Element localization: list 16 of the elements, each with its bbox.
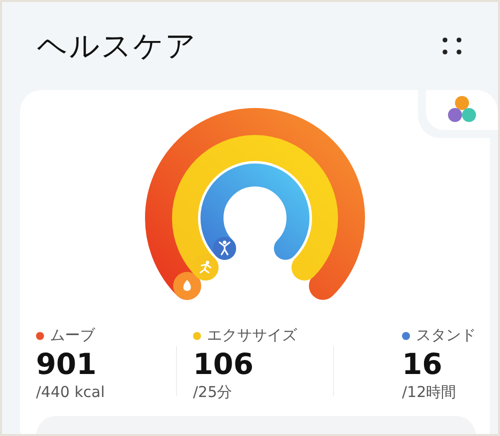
fitness-rings-button[interactable] (426, 90, 498, 130)
metric-goal: /12時間 (402, 383, 456, 402)
flame-icon (183, 280, 191, 291)
metric-value: 106 (193, 346, 254, 380)
metric-goal: /25分 (193, 383, 232, 402)
page-title: ヘルスケア (37, 28, 197, 66)
runner-icon (200, 260, 212, 274)
person-icon (218, 240, 230, 256)
metric-goal: /440 kcal (36, 383, 105, 402)
metric-label: ムーブ (50, 326, 95, 344)
rings-icon (445, 95, 479, 125)
metric-value: 901 (36, 346, 97, 380)
metric-label: エクササイズ (207, 326, 297, 344)
metric-value: 16 (402, 346, 442, 380)
more-icon[interactable] (442, 36, 462, 56)
metric-label: スタンド (416, 326, 476, 344)
